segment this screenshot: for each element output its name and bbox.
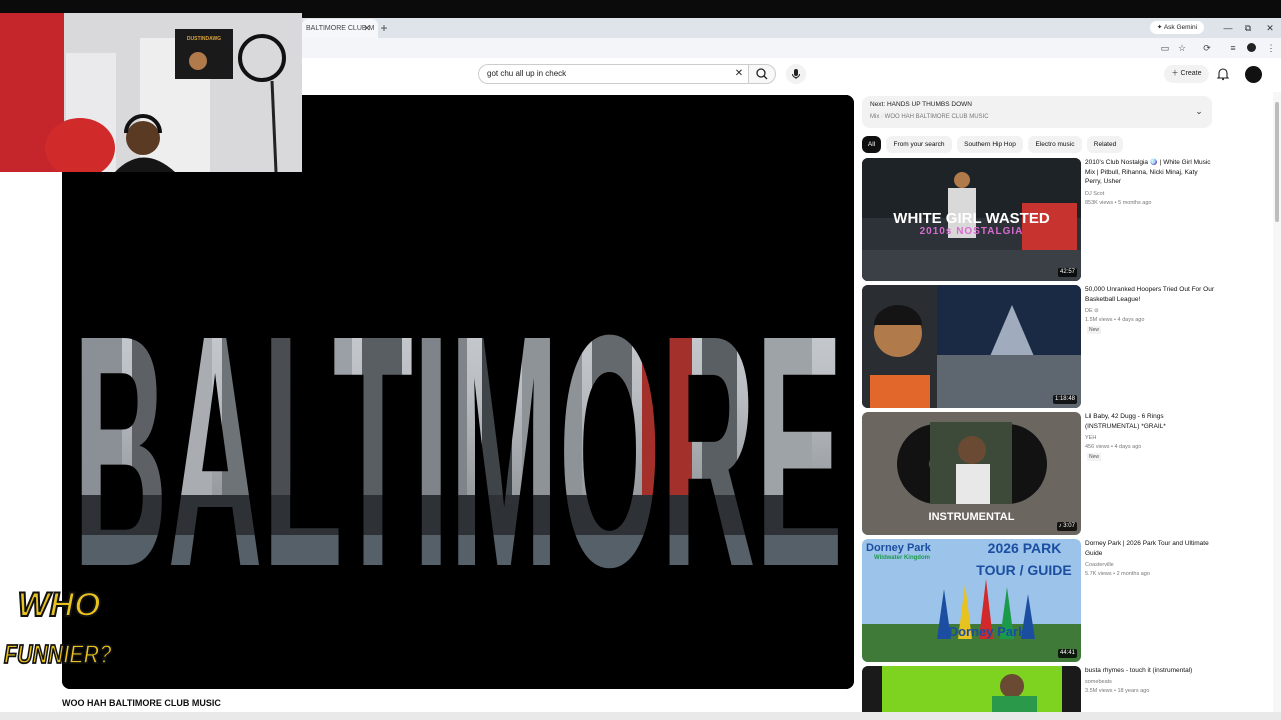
recommendation-meta: 456 views • 4 days ago (1085, 444, 1142, 450)
bell-icon (1216, 68, 1230, 81)
chip-electro-music[interactable]: Electro music (1028, 136, 1082, 153)
logo-graphic: WHO FUNNIER? (3, 585, 113, 670)
recommendation-meta: 5.7K views • 2 months ago (1085, 571, 1150, 577)
thumbnail-sign: Dorney Park (948, 624, 1026, 639)
browser-menu-icon[interactable]: ⋮ (1264, 41, 1278, 55)
logo-line1: WHO (17, 586, 100, 624)
recommendation-channel[interactable]: Coasterville (1085, 561, 1215, 570)
close-window-button[interactable]: ✕ (1260, 19, 1280, 37)
webcam-scene (0, 13, 302, 172)
recommendation-title[interactable]: 50,000 Unranked Hoopers Tried Out For Ou… (1085, 285, 1215, 304)
thumbnail-headline: WHITE GIRL WASTED (893, 210, 1050, 227)
recommendation-channel[interactable]: DJ Scot (1085, 190, 1215, 199)
chip-southern-hip-hop[interactable]: Southern Hip Hop (957, 136, 1023, 153)
new-tab-button[interactable]: + (378, 19, 390, 38)
chip-related[interactable]: Related (1087, 136, 1123, 153)
tab-close-icon[interactable]: ✕ (362, 19, 372, 38)
clear-search-icon[interactable]: ✕ (732, 67, 746, 81)
ask-gemini-label: Ask Gemini (1163, 24, 1198, 31)
search-button[interactable] (748, 64, 776, 84)
logo-line2: FUNNIER? (4, 639, 112, 669)
webcam-overlay: DUSTINDAWG (0, 13, 302, 172)
bookmark-star-icon[interactable]: ☆ (1175, 41, 1189, 55)
duration-badge: 1:18:48 (1052, 395, 1077, 404)
maximize-button[interactable]: ⧉ (1238, 19, 1258, 37)
thumbnail-headline: 2026 PARK (987, 540, 1062, 556)
duration-badge: ♪ 3:07 (1056, 522, 1077, 531)
voice-search-button[interactable] (786, 64, 806, 84)
search-input[interactable]: got chu all up in check (478, 64, 748, 84)
recommendation-meta: 1.5M views • 4 days ago (1085, 317, 1145, 323)
duration-badge: 42:57 (1057, 268, 1077, 277)
microphone-icon (792, 69, 800, 79)
cast-icon[interactable]: ▭ (1158, 41, 1172, 55)
recommendation-channel[interactable]: DE ⊘ (1085, 307, 1215, 316)
recommendation-meta: 3.5M views • 18 years ago (1085, 688, 1150, 694)
minimize-button[interactable]: — (1218, 19, 1238, 37)
media-icon[interactable]: ≡ (1226, 41, 1240, 55)
recommendation-thumbnail[interactable]: WHITE GIRL WASTED 2010s NOSTALGIA 42:57 (862, 158, 1081, 281)
video-player[interactable]: BALTIMORE (62, 95, 854, 689)
recommendation-thumbnail[interactable]: Dorney Park Wildwater Kingdom 2026 PARK … (862, 539, 1081, 662)
notifications-button[interactable] (1216, 67, 1230, 81)
recommendation-channel[interactable]: YEH (1085, 434, 1215, 443)
new-badge: New (1087, 326, 1102, 334)
scrollbar-thumb[interactable] (1275, 102, 1279, 222)
thumbnail-subbrand: Wildwater Kingdom (874, 555, 930, 561)
video-title: WOO HAH BALTIMORE CLUB MUSIC (62, 698, 221, 708)
recommendation-title[interactable]: 2010's Club Nostalgia 🪩 | White Girl Mus… (1085, 158, 1215, 187)
thumbnail-headline: INSTRUMENTAL (928, 511, 1015, 523)
recommendation-title[interactable]: Lil Baby, 42 Dugg - 6 Rings (INSTRUMENTA… (1085, 412, 1215, 431)
up-next-title: Next: HANDS UP THUMBS DOWN (870, 101, 972, 108)
chip-all[interactable]: All (862, 136, 881, 153)
taskbar-strip (0, 712, 1281, 720)
duration-badge: 44:41 (1057, 649, 1077, 658)
create-label: Create (1180, 70, 1202, 77)
profile-icon[interactable] (1244, 41, 1258, 55)
up-next-subtitle: Mix · WOO HAH BALTIMORE CLUB MUSIC (870, 114, 989, 120)
sparkle-icon: ✦ (1156, 24, 1164, 31)
recommendation-title[interactable]: Dorney Park | 2026 Park Tour and Ultimat… (1085, 539, 1215, 558)
thumbnail-subline: 2010s NOSTALGIA (919, 226, 1024, 237)
video-frame: BALTIMORE (62, 95, 854, 689)
wall-poster-text: DUSTINDAWG (186, 36, 222, 42)
ask-gemini-button[interactable]: ✦ Ask Gemini (1150, 21, 1204, 34)
who-funnier-logo: WHO FUNNIER? (2, 568, 116, 678)
recommendation-channel[interactable]: somebeats (1085, 678, 1215, 687)
recommendation-thumbnail[interactable]: 1:18:48 (862, 285, 1081, 408)
thumbnail-image (862, 285, 1081, 408)
create-button[interactable]: ＋ Create (1164, 65, 1209, 83)
account-avatar[interactable] (1245, 66, 1262, 83)
recommendation-title[interactable]: busta rhymes - touch it (instrumental) (1085, 666, 1215, 676)
thumbnail-brand: Dorney Park (866, 542, 931, 554)
extensions-icon[interactable]: ⟳ (1200, 41, 1214, 55)
thumbnail-subline: TOUR / GUIDE (976, 562, 1072, 578)
recommendation-thumbnail[interactable] (862, 666, 1081, 712)
new-badge: New (1087, 453, 1102, 461)
thumbnail-image (862, 666, 1081, 712)
chevron-down-icon[interactable]: ⌄ (1193, 105, 1205, 117)
chip-from-your-search[interactable]: From your search (886, 136, 952, 153)
recommendation-meta: 853K views • 5 months ago (1085, 200, 1152, 206)
search-icon (756, 68, 768, 80)
recommendation-thumbnail[interactable]: INSTRUMENTAL ♪ 3:07 (862, 412, 1081, 535)
